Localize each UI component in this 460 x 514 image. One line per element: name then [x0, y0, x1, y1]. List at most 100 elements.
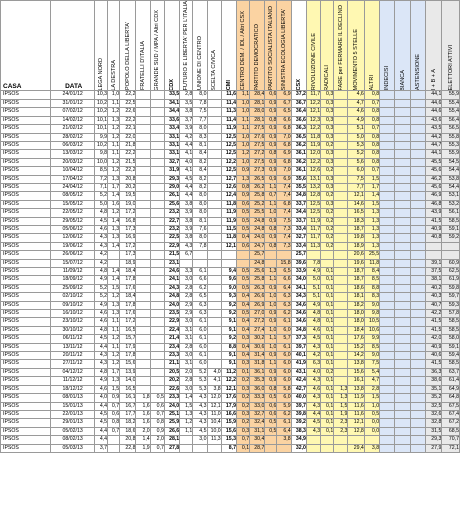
- cell-value: 12,1: [220, 384, 238, 395]
- cell-value: [333, 90, 349, 100]
- column-header-label: CMI: [225, 80, 232, 91]
- cell-value: 0,1: [320, 334, 335, 344]
- cell-value: [135, 149, 151, 159]
- cell-value: 7,3: [276, 241, 292, 252]
- cell-value: 6,5: [276, 107, 292, 117]
- table-row: IPSOS 06/03/12 10,2 1,1 21,8 33,1 4,4 8,1 12,5 1,…: [0, 140, 460, 151]
- cell-value: [135, 191, 151, 201]
- cell-value: 25,7: [290, 250, 307, 260]
- cell-value: 36,7: [290, 98, 307, 109]
- cell-value: 5,9: [276, 401, 292, 411]
- cell-value: 10,2: [93, 98, 109, 109]
- cell-value: 1,0: [235, 107, 251, 117]
- cell-value: 1,2: [179, 418, 194, 428]
- table-row: IPSOS 15/01/13 4,4 0,7 16,7 1,6 0,6 24,0 1,5 4,3 1…: [0, 401, 460, 411]
- cell-value: [135, 107, 151, 117]
- cell-value: 18,4: [119, 292, 137, 302]
- cell-value: [206, 157, 222, 168]
- cell-value: 5,0: [93, 199, 109, 210]
- cell-value: 20,6: [347, 250, 365, 260]
- cell-casa: IPSOS: [0, 191, 52, 201]
- cell-value: 39,1: [425, 258, 443, 269]
- column-header-label: FARE per FERMARE IL DECLINO: [337, 4, 344, 91]
- cell-value: 18,9: [347, 241, 365, 252]
- cell-date: 24/04/12: [50, 182, 95, 193]
- cell-value: [409, 140, 427, 151]
- cell-value: 53,8: [441, 174, 460, 184]
- cell-value: 6,1: [192, 351, 208, 361]
- table-row: IPSOS 14/02/12 10,1 1,3 22,2 33,6 3,7 7,7 11,4 1,…: [0, 115, 460, 126]
- cell-value: 37,5: [425, 266, 443, 277]
- cell-value: 12,1: [206, 401, 222, 411]
- cell-value: [333, 275, 349, 285]
- cell-value: 1,1: [179, 426, 194, 437]
- table-row: IPSOS 24/04/12 7,1 1,7 20,2 29,0 4,4 8,2 12,6 0,8…: [0, 182, 460, 193]
- cell-value: 11,7: [305, 233, 322, 243]
- cell-value: 17,8: [119, 351, 137, 361]
- cell-value: 4,2: [305, 351, 322, 361]
- cell-value: 39,7: [290, 342, 307, 353]
- cell-value: [305, 250, 322, 260]
- cell-value: 1,7: [107, 182, 121, 193]
- cell-value: [379, 250, 396, 260]
- cell-value: 36,6: [290, 115, 307, 126]
- cell-value: [394, 300, 411, 311]
- cell-value: [394, 166, 411, 176]
- column-header-13: PARTITO DEMOCRATICO: [249, 0, 266, 92]
- cell-value: 0,9: [264, 98, 278, 109]
- cell-value: 11,9: [220, 216, 238, 227]
- cell-value: 16,1: [119, 393, 137, 403]
- cell-value: 34,6: [290, 309, 307, 319]
- cell-value: 27,5: [249, 157, 266, 168]
- cell-casa: IPSOS: [0, 384, 52, 395]
- cell-value: 4,5: [93, 418, 109, 428]
- cell-value: [206, 140, 222, 151]
- cell-value: 21,5: [163, 250, 181, 260]
- cell-value: 33,1: [163, 149, 181, 159]
- cell-value: 0,6: [264, 409, 278, 420]
- cell-value: 1,2: [107, 359, 121, 369]
- cell-value: 15,9: [220, 418, 238, 428]
- cell-value: 18,4: [119, 266, 137, 277]
- cell-value: [149, 216, 165, 227]
- cell-value: 44,1: [425, 90, 443, 100]
- cell-value: 23,2: [163, 208, 181, 218]
- cell-casa: IPSOS: [0, 115, 52, 126]
- cell-casa: IPSOS: [0, 292, 52, 302]
- cell-value: 12,6: [305, 166, 322, 176]
- cell-value: 18,9: [119, 258, 137, 269]
- cell-value: 5,3: [192, 384, 208, 395]
- cell-value: [379, 241, 396, 252]
- cell-value: [409, 258, 427, 269]
- table-row: IPSOS 15/05/12 5,0 1,6 19,0 25,6 3,8 8,0 11,8 0,6…: [0, 199, 460, 210]
- cell-value: 28,1: [249, 115, 266, 126]
- cell-value: [107, 258, 121, 269]
- cell-value: 6,0: [276, 325, 292, 336]
- cell-value: 36,2: [290, 140, 307, 151]
- cell-casa: IPSOS: [0, 426, 52, 437]
- cell-value: [409, 166, 427, 176]
- table-row: IPSOS 08/05/12 5,2 1,4 19,5 26,1 4,4 8,0 12,4 0,9…: [0, 191, 460, 201]
- cell-value: [394, 132, 411, 142]
- cell-value: 0,8: [363, 157, 381, 168]
- cell-value: 6,2: [276, 309, 292, 319]
- cell-value: 28,0: [249, 107, 266, 117]
- cell-casa: IPSOS: [0, 149, 52, 159]
- cell-value: 9,2: [220, 309, 238, 319]
- cell-value: 0,8: [363, 149, 381, 159]
- cell-value: 1,4: [107, 216, 121, 227]
- cell-value: 12,8: [305, 191, 322, 201]
- cell-value: [135, 266, 151, 277]
- cell-value: 9,1: [220, 317, 238, 327]
- column-header-10: SCELTA CIVICA: [206, 0, 222, 92]
- cell-value: 28,4: [249, 90, 266, 100]
- cell-value: 26,6: [163, 426, 181, 437]
- cell-value: [149, 182, 165, 193]
- cell-casa: IPSOS: [0, 325, 52, 336]
- column-header-label: PARTITO DEMOCRATICO: [254, 23, 261, 91]
- cell-value: [409, 132, 427, 142]
- cell-value: [135, 140, 151, 151]
- table-row: IPSOS 27/11/12 4,3 1,2 15,6 21,1 3,1 6,0 9,1 0,3 3…: [0, 359, 460, 369]
- cell-value: 27,0: [249, 309, 266, 319]
- cell-value: 1,9: [333, 409, 349, 420]
